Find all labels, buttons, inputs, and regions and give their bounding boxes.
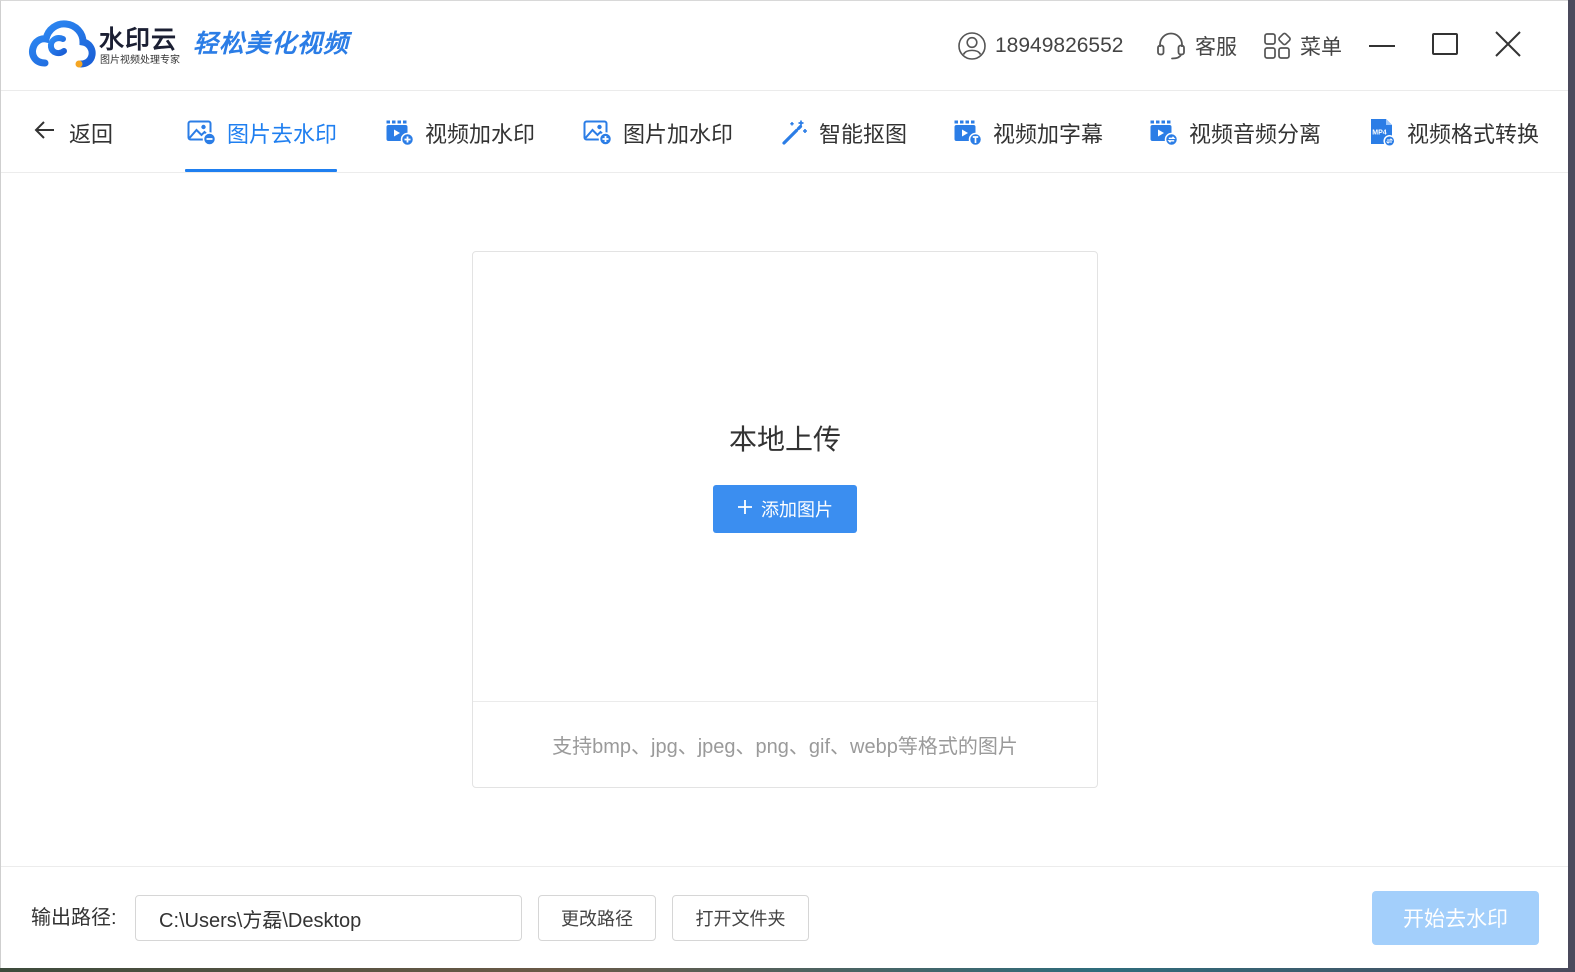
back-label: 返回 — [69, 121, 114, 147]
tab-label: 视频格式转换 — [1407, 121, 1540, 147]
tab-video-add-subtitle[interactable]: 视频加字幕 — [953, 92, 1103, 173]
change-path-button[interactable]: 更改路径 — [538, 895, 656, 941]
minimize-button[interactable] — [1365, 29, 1399, 63]
add-image-label: 添加图片 — [761, 500, 833, 520]
plus-icon — [737, 499, 753, 520]
tab-image-add-watermark[interactable]: 图片加水印 — [583, 92, 733, 173]
user-account[interactable]: 18949826552 — [957, 1, 1123, 91]
tab-label: 图片加水印 — [623, 121, 734, 147]
tab-label: 智能抠图 — [819, 121, 908, 147]
close-icon — [1493, 29, 1523, 64]
close-button[interactable] — [1491, 29, 1525, 63]
cloud-logo-icon — [28, 18, 96, 72]
minimize-icon — [1367, 29, 1397, 64]
tab-label: 视频加字幕 — [993, 121, 1104, 147]
arrow-left-icon — [33, 118, 57, 148]
image-add-icon — [583, 119, 612, 146]
image-remove-icon — [187, 119, 216, 146]
mp4-file-icon: MP4 — [1369, 118, 1396, 147]
menu-button[interactable]: 菜单 — [1262, 1, 1342, 91]
brand-name: 水印云 — [99, 26, 178, 54]
tab-video-add-watermark[interactable]: 视频加水印 — [385, 92, 535, 173]
grid-menu-icon — [1262, 31, 1292, 61]
title-bar: 水印云 图片视频处理专家 轻松美化视频 18949826552 客服 菜单 — [1, 1, 1568, 91]
tab-video-format-convert[interactable]: MP4 视频格式转换 — [1369, 92, 1539, 173]
brand-tagline: 图片视频处理专家 — [100, 55, 180, 66]
add-image-button[interactable]: 添加图片 — [713, 485, 857, 533]
open-folder-button[interactable]: 打开文件夹 — [672, 895, 809, 941]
maximize-icon — [1430, 29, 1460, 64]
tab-label: 视频音频分离 — [1189, 121, 1322, 147]
output-path-label: 输出路径: — [31, 907, 117, 929]
mp4-badge-text: MP4 — [1372, 130, 1387, 137]
video-add-icon — [385, 119, 414, 146]
upload-title: 本地上传 — [728, 424, 841, 455]
tab-video-audio-split[interactable]: 视频音频分离 — [1149, 92, 1321, 173]
back-button[interactable]: 返回 — [33, 92, 113, 173]
upload-area: 本地上传 添加图片 — [473, 252, 1097, 702]
brand-slogan: 轻松美化视频 — [193, 29, 350, 58]
magic-wand-icon — [781, 119, 808, 146]
tab-smart-cutout[interactable]: 智能抠图 — [781, 92, 907, 173]
video-subtitle-icon — [953, 119, 982, 146]
output-bar: 输出路径: 更改路径 打开文件夹 开始去水印 — [1, 866, 1568, 968]
tab-label: 视频加水印 — [425, 121, 536, 147]
upload-dropzone[interactable]: 本地上传 添加图片 支持bmp、jpg、jpeg、png、gif、webp等格式… — [472, 251, 1098, 788]
support-button[interactable]: 客服 — [1155, 1, 1237, 91]
headset-icon — [1155, 31, 1187, 61]
support-label: 客服 — [1195, 36, 1237, 59]
video-audio-split-icon — [1149, 119, 1178, 146]
feature-tabs: 返回 图片去水印 视频加水印 图片加水印 智能抠图 视频加字幕 视频音频分离 M… — [1, 92, 1568, 173]
maximize-button[interactable] — [1428, 29, 1462, 63]
user-icon — [957, 31, 987, 61]
supported-formats-hint: 支持bmp、jpg、jpeg、png、gif、webp等格式的图片 — [552, 736, 1018, 758]
app-window: 水印云 图片视频处理专家 轻松美化视频 18949826552 客服 菜单 返回… — [0, 0, 1568, 968]
menu-label: 菜单 — [1300, 36, 1342, 59]
tab-image-remove-watermark[interactable]: 图片去水印 — [184, 92, 338, 173]
output-path-input[interactable] — [135, 895, 522, 941]
user-phone: 18949826552 — [995, 34, 1124, 57]
start-remove-watermark-button[interactable]: 开始去水印 — [1372, 891, 1539, 945]
tab-label: 图片去水印 — [227, 121, 338, 147]
